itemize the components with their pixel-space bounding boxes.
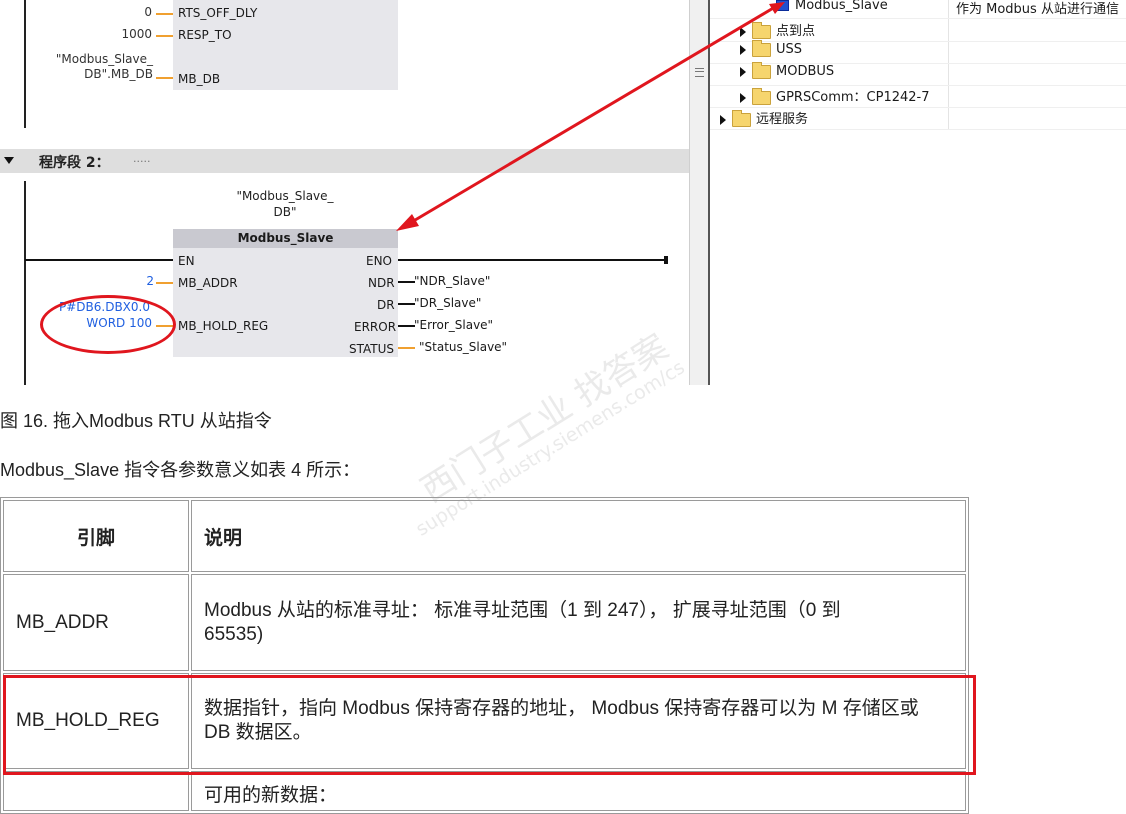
table-row: MB_ADDR Modbus 从站的标准寻址： 标准寻址范围（1 到 247），… xyxy=(3,574,966,671)
table-row-highlight xyxy=(3,675,976,775)
cell-desc: Modbus 从站的标准寻址： 标准寻址范围（1 到 247）， 扩展寻址范围（… xyxy=(191,574,966,671)
header-pin: 引脚 xyxy=(3,500,189,572)
cell-pin: MB_ADDR xyxy=(3,574,189,671)
cell-desc: 可用的新数据： xyxy=(191,771,966,811)
drag-arrow-icon xyxy=(396,2,785,231)
table-row: 可用的新数据： xyxy=(3,771,966,811)
header-desc: 说明 xyxy=(191,500,966,572)
table-header-row: 引脚 说明 xyxy=(3,500,966,572)
figure-caption: 图 16. 拖入Modbus RTU 从站指令 xyxy=(0,411,272,431)
tia-portal-screenshot: 0 RTS_OFF_DLY 1000 RESP_TO "Modbus_Slave… xyxy=(0,0,1126,385)
cell-pin xyxy=(3,771,189,811)
intro-paragraph: Modbus_Slave 指令各参数意义如表 4 所示： xyxy=(0,460,361,480)
